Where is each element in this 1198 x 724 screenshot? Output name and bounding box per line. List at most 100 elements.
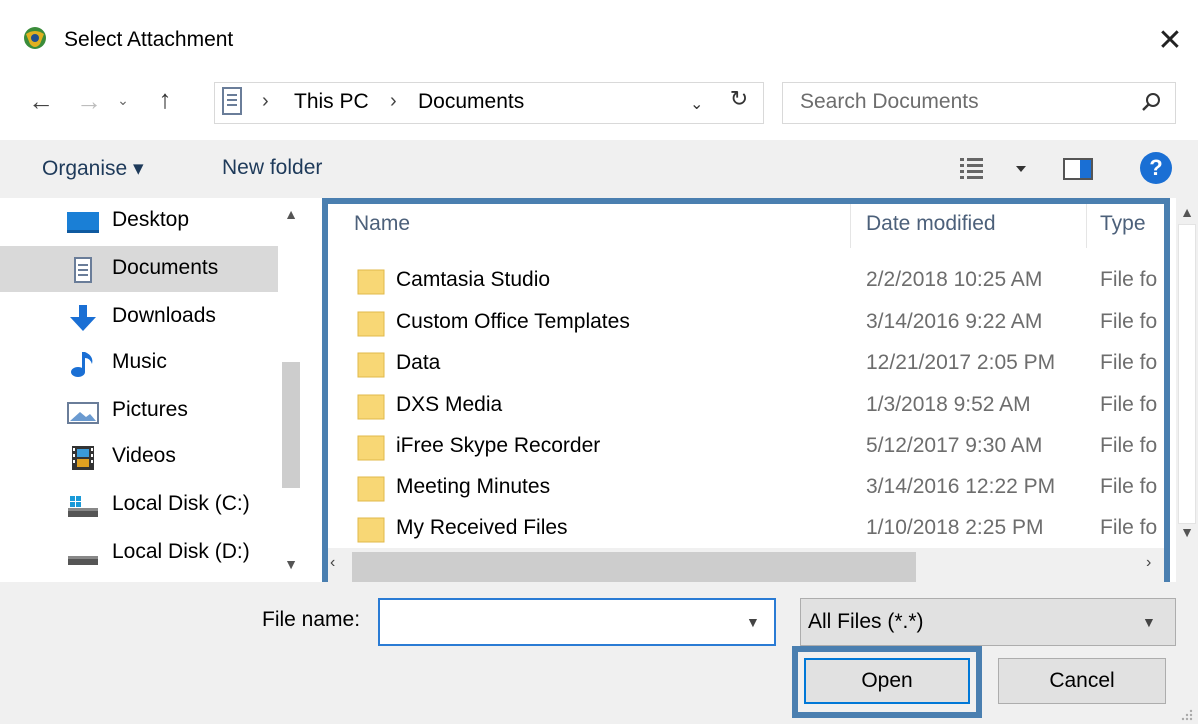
table-row[interactable]: Camtasia Studio 2/2/2018 10:25 AM File f… xyxy=(330,260,1162,302)
new-folder-button[interactable]: New folder xyxy=(222,156,322,180)
horizontal-scrollbar-thumb[interactable] xyxy=(352,552,916,582)
chevron-down-icon: ⌄ xyxy=(690,96,704,113)
resize-grip-icon[interactable] xyxy=(1180,704,1194,721)
file-date: 5/12/2017 9:30 AM xyxy=(866,434,1043,457)
nav-item-label: Videos xyxy=(112,444,176,467)
cancel-button[interactable]: Cancel xyxy=(998,658,1166,704)
column-divider[interactable] xyxy=(850,204,851,248)
nav-item-downloads[interactable]: Downloads xyxy=(0,294,278,340)
file-name: Camtasia Studio xyxy=(396,268,551,291)
file-name: DXS Media xyxy=(396,393,503,416)
file-type: File folder xyxy=(1100,475,1158,498)
nav-item-videos[interactable]: Videos xyxy=(0,434,278,480)
forward-arrow-icon: → xyxy=(76,86,102,116)
help-button[interactable]: ? xyxy=(1140,152,1172,184)
breadcrumb-separator: › xyxy=(390,90,397,112)
desktop-icon xyxy=(66,208,100,236)
scroll-down-icon[interactable]: ▼ xyxy=(1178,524,1196,540)
folder-icon xyxy=(356,266,386,296)
file-type: File folder xyxy=(1100,310,1158,333)
table-row[interactable]: DXS Media 1/3/2018 9:52 AM File folder xyxy=(330,385,1162,427)
file-date: 1/10/2018 2:25 PM xyxy=(866,516,1044,539)
file-name-label: File name: xyxy=(262,608,361,631)
search-icon[interactable] xyxy=(1140,90,1164,114)
back-arrow-icon: ← xyxy=(28,86,54,116)
view-details-icon xyxy=(960,158,983,179)
back-button[interactable]: ← xyxy=(26,86,56,120)
file-name: iFree Skype Recorder xyxy=(396,434,601,457)
search-placeholder: Search Documents xyxy=(800,90,979,113)
file-name-input[interactable] xyxy=(378,598,776,646)
local-disk-icon xyxy=(66,492,100,520)
close-icon: ✕ xyxy=(1157,23,1183,57)
folder-icon xyxy=(356,349,386,379)
refresh-icon: ↻ xyxy=(729,86,749,111)
file-date: 3/14/2016 12:22 PM xyxy=(866,475,1056,498)
nav-item-label: Music xyxy=(112,350,167,373)
app-icon xyxy=(20,24,50,54)
column-header-type[interactable]: Type xyxy=(1100,212,1146,236)
music-icon xyxy=(66,350,100,378)
table-row[interactable]: iFree Skype Recorder 5/12/2017 9:30 AM F… xyxy=(330,426,1162,468)
file-date: 1/3/2018 9:52 AM xyxy=(866,393,1031,416)
folder-icon xyxy=(356,308,386,338)
nav-pane-scrollbar-thumb[interactable] xyxy=(282,362,300,488)
window-title: Select Attachment xyxy=(64,28,234,51)
breadcrumb-this-pc[interactable]: This PC xyxy=(294,90,369,114)
up-button[interactable]: ↑ xyxy=(148,84,182,120)
breadcrumb-documents[interactable]: Documents xyxy=(418,90,524,114)
nav-item-label: Pictures xyxy=(112,398,188,421)
organise-menu-button[interactable]: Organise ▾ xyxy=(42,156,144,181)
recent-locations-button[interactable]: ⌄ xyxy=(112,92,134,114)
nav-item-label: Local Disk (D:) xyxy=(112,540,250,563)
column-header-date-modified[interactable]: Date modified xyxy=(866,212,996,236)
table-row[interactable]: Data 12/21/2017 2:05 PM File folder xyxy=(330,343,1162,385)
chevron-down-icon[interactable]: ▼ xyxy=(1142,614,1156,630)
file-type: File folder xyxy=(1100,351,1158,374)
file-type: File folder xyxy=(1100,268,1158,291)
open-button[interactable]: Open xyxy=(804,658,970,704)
column-header-name[interactable]: Name xyxy=(354,212,410,236)
file-date: 12/21/2017 2:05 PM xyxy=(866,351,1056,374)
nav-item-label: Local Disk (C:) xyxy=(112,492,250,515)
scroll-up-icon[interactable]: ▲ xyxy=(282,206,300,222)
chevron-down-icon[interactable]: ▼ xyxy=(746,614,760,630)
file-date: 2/2/2018 10:25 AM xyxy=(866,268,1043,291)
refresh-button[interactable]: ↻ xyxy=(724,86,754,118)
close-button[interactable]: ✕ xyxy=(1148,18,1192,62)
scroll-left-icon[interactable]: ‹ xyxy=(330,554,335,572)
documents-icon xyxy=(66,256,100,284)
folder-icon xyxy=(356,514,386,544)
folder-icon xyxy=(356,391,386,421)
scroll-down-icon[interactable]: ▼ xyxy=(282,556,300,572)
preview-pane-button[interactable] xyxy=(1062,156,1096,182)
nav-item-local-disk-d[interactable]: Local Disk (D:) xyxy=(0,530,278,576)
file-date: 3/14/2016 9:22 AM xyxy=(866,310,1043,333)
file-name: Meeting Minutes xyxy=(396,475,551,498)
column-divider[interactable] xyxy=(1086,204,1087,248)
nav-item-local-disk-c[interactable]: Local Disk (C:) xyxy=(0,482,278,528)
address-dropdown-button[interactable]: ⌄ xyxy=(690,94,703,114)
table-row[interactable]: Meeting Minutes 3/14/2016 12:22 PM File … xyxy=(330,467,1162,509)
folder-icon xyxy=(356,432,386,462)
file-type-filter-value: All Files (*.*) xyxy=(808,610,924,633)
nav-item-label: Documents xyxy=(112,256,219,279)
forward-button[interactable]: → xyxy=(74,86,104,120)
nav-item-documents[interactable]: Documents xyxy=(0,246,278,292)
change-view-button[interactable] xyxy=(960,154,1040,184)
file-name: Data xyxy=(396,351,441,374)
vertical-scrollbar-thumb[interactable] xyxy=(1178,224,1196,524)
nav-item-label: Desktop xyxy=(112,208,190,231)
nav-item-desktop[interactable]: Desktop xyxy=(0,198,278,244)
nav-item-music[interactable]: Music xyxy=(0,340,278,386)
table-row[interactable]: Custom Office Templates 3/14/2016 9:22 A… xyxy=(330,302,1162,344)
videos-icon xyxy=(66,444,100,472)
table-row[interactable]: My Received Files 1/10/2018 2:25 PM File… xyxy=(330,508,1162,550)
help-icon: ? xyxy=(1149,155,1163,180)
downloads-icon xyxy=(66,304,100,332)
nav-item-pictures[interactable]: Pictures xyxy=(0,388,278,434)
scroll-up-icon[interactable]: ▲ xyxy=(1178,204,1196,220)
up-arrow-icon: ↑ xyxy=(158,84,172,114)
scroll-right-icon[interactable]: › xyxy=(1146,554,1151,572)
file-name: My Received Files xyxy=(396,516,568,539)
